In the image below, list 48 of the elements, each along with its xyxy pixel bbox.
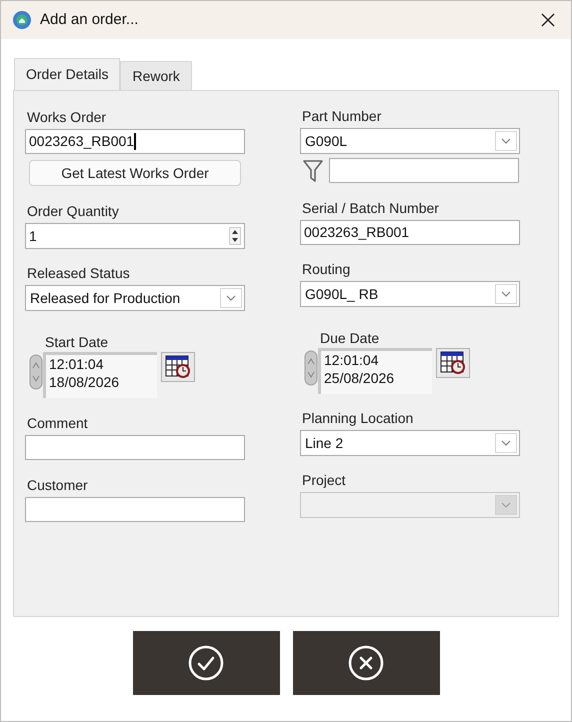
text-field[interactable] <box>25 497 245 522</box>
calendar-button[interactable] <box>436 348 470 378</box>
check-circle-icon <box>188 645 224 681</box>
field-label: Planning Location <box>302 409 414 427</box>
quantity-field[interactable]: 1 <box>25 223 245 249</box>
confirm-button[interactable] <box>132 631 280 695</box>
spin-arrows-icon[interactable] <box>229 227 241 245</box>
get-latest-button[interactable]: Get Latest Works Order <box>29 160 241 186</box>
field-label: Project <box>302 471 347 489</box>
field-label: Due Date <box>320 329 380 347</box>
field-label: Customer <box>27 476 89 494</box>
filter-field[interactable] <box>329 158 519 183</box>
text-field[interactable]: 0023263_RB001 <box>25 129 245 154</box>
text-field[interactable]: 0023263_RB001 <box>300 220 520 245</box>
text-field[interactable] <box>25 435 245 460</box>
field-label: Serial / Batch Number <box>302 199 440 217</box>
date-time-field[interactable]: 12:01:04 25/08/2026 <box>318 348 432 394</box>
close-button[interactable] <box>539 11 557 29</box>
date-spin-icon[interactable] <box>29 354 43 390</box>
date-time-field[interactable]: 12:01:04 18/08/2026 <box>43 352 157 398</box>
date-spin-icon[interactable] <box>304 350 318 386</box>
dropdown-caret-icon[interactable] <box>495 433 517 453</box>
field-label: Released Status <box>27 264 131 282</box>
dropdown[interactable]: G090L_ RB <box>300 281 520 307</box>
dropdown-caret-icon[interactable] <box>220 288 242 308</box>
dropdown-caret-icon[interactable] <box>495 131 517 151</box>
field-label: Part Number <box>302 107 382 125</box>
calendar-clock-icon <box>440 351 466 375</box>
calendar-clock-icon <box>165 355 191 379</box>
field-label: Works Order <box>27 108 108 126</box>
cancel-button[interactable] <box>292 631 440 695</box>
close-circle-icon <box>348 645 384 681</box>
tab[interactable]: Order Details <box>14 58 120 90</box>
field-label: Routing <box>302 260 352 278</box>
tab[interactable]: Rework <box>120 61 192 90</box>
dropdown[interactable]: Released for Production <box>25 285 245 311</box>
close-icon <box>541 13 555 27</box>
calendar-button[interactable] <box>161 352 195 382</box>
window-title: Add an order... <box>40 10 138 30</box>
dropdown-caret-icon[interactable] <box>495 284 517 304</box>
field-label: Order Quantity <box>27 202 120 220</box>
field-label: Start Date <box>45 333 110 351</box>
app-logo-icon <box>12 10 32 30</box>
field-label: Comment <box>27 414 89 432</box>
dropdown[interactable]: Line 2 <box>300 430 520 456</box>
text-cursor <box>134 133 136 150</box>
filter-icon[interactable] <box>303 158 323 182</box>
dropdown[interactable]: G090L <box>300 128 520 154</box>
